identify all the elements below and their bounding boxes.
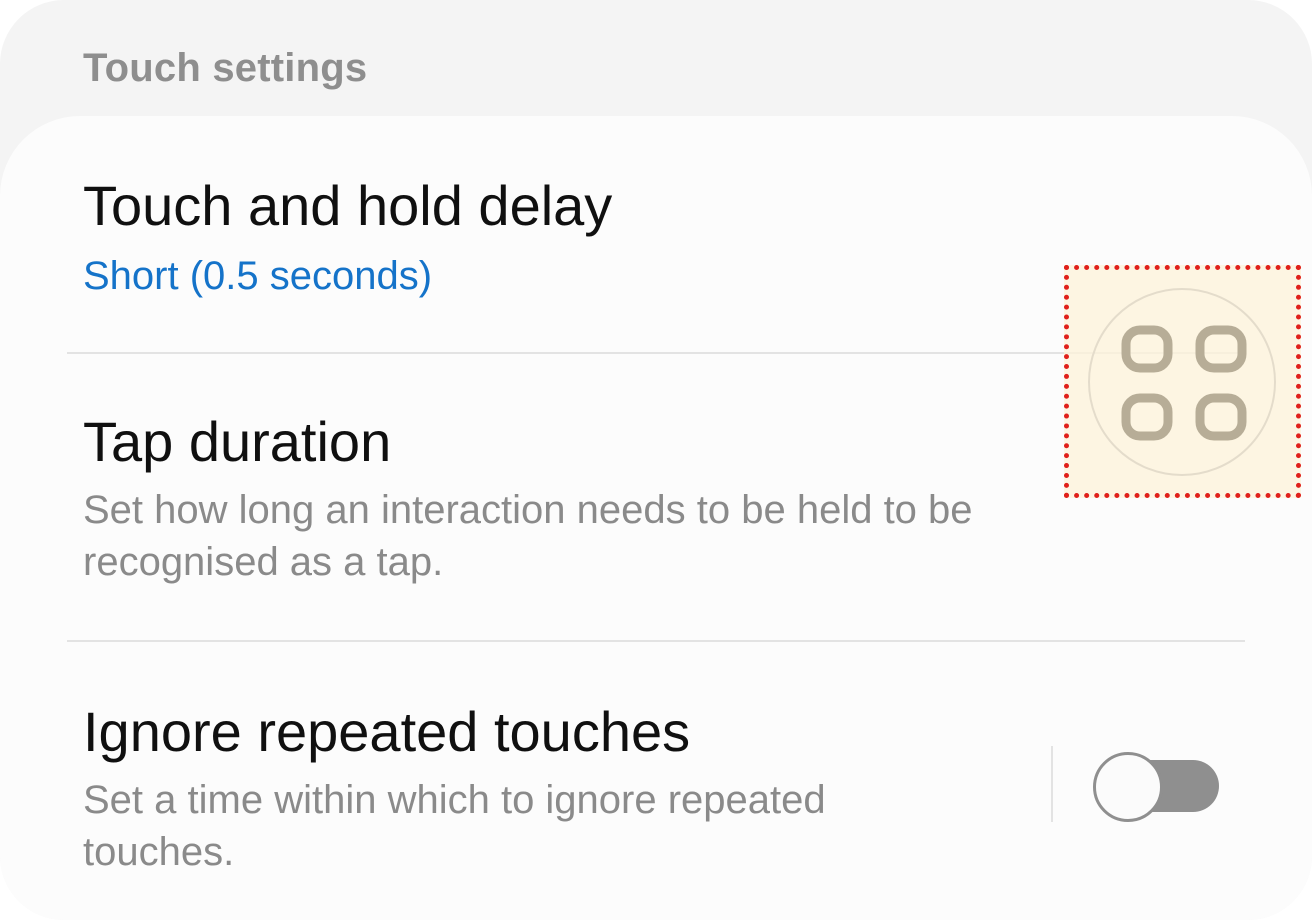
setting-tap-duration[interactable]: Tap duration Set how long an interaction… <box>83 410 1083 588</box>
four-squares-menu-icon <box>1121 325 1247 441</box>
setting-title: Ignore repeated touches <box>83 700 691 763</box>
setting-title: Touch and hold delay <box>83 174 613 237</box>
accessibility-menu-button[interactable] <box>1088 288 1276 476</box>
setting-description: Set a time within which to ignore repeat… <box>83 778 826 874</box>
setting-ignore-repeated-touches[interactable]: Ignore repeated touches Set a time withi… <box>83 700 963 878</box>
setting-value: Short (0.5 seconds) <box>83 254 433 298</box>
setting-touch-and-hold-delay[interactable]: Touch and hold delay Short (0.5 seconds) <box>83 174 612 300</box>
accessibility-screen: Touch settings Touch and hold delay Shor… <box>0 0 1312 920</box>
section-header-touch-settings: Touch settings <box>83 46 368 90</box>
ignore-repeated-touches-toggle[interactable] <box>1093 752 1221 822</box>
setting-title: Tap duration <box>83 410 392 473</box>
toggle-knob <box>1093 752 1163 822</box>
setting-description: Set how long an interaction needs to be … <box>83 488 973 584</box>
vertical-divider <box>1051 746 1053 822</box>
divider <box>67 640 1245 642</box>
